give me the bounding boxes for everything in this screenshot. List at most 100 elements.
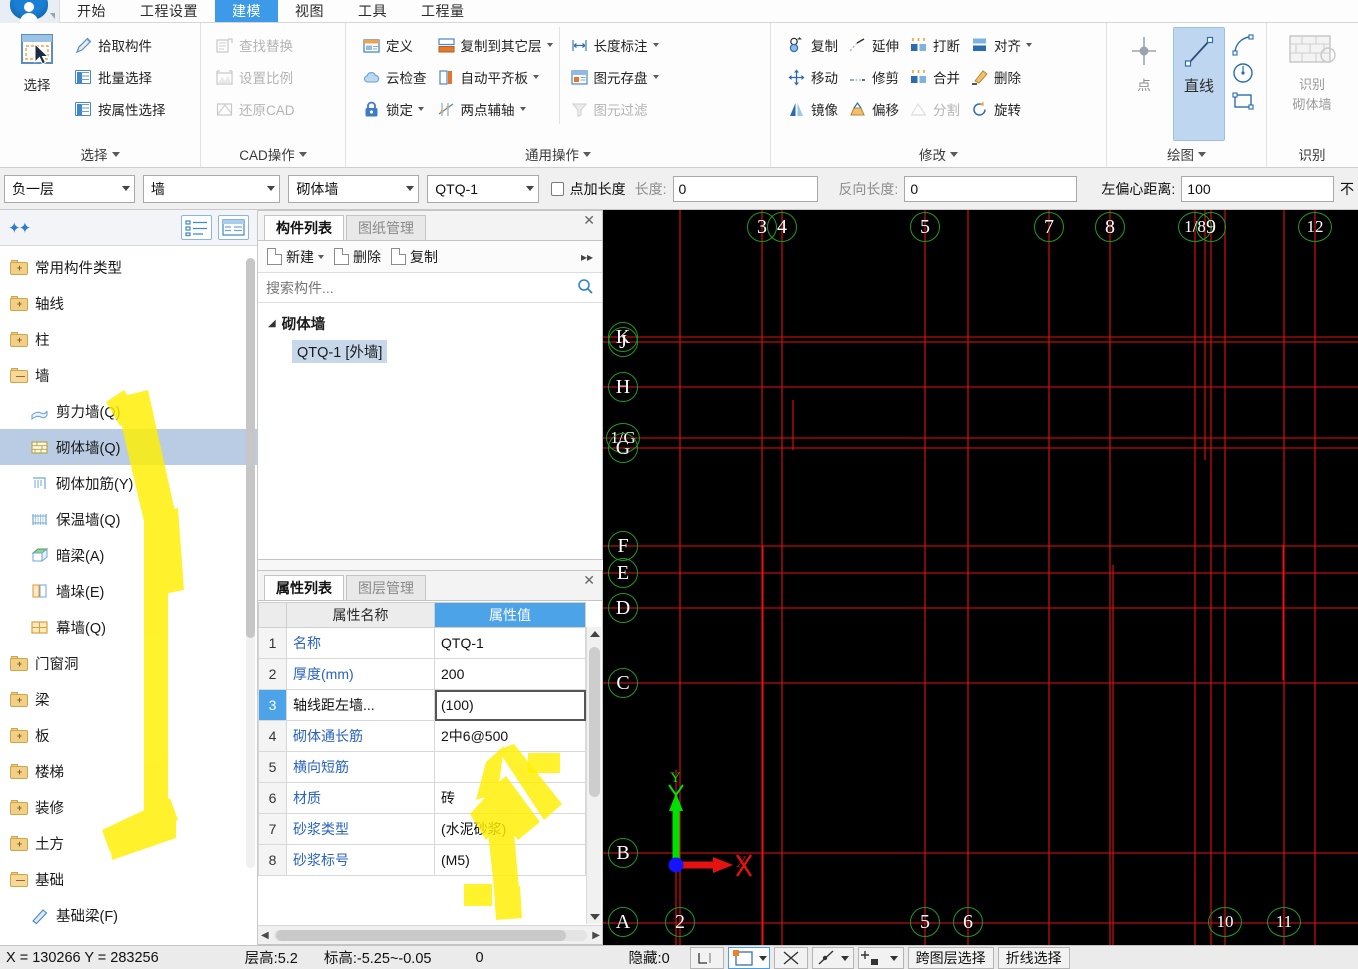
axis-bubble-left-6[interactable]: E: [608, 558, 638, 588]
offset-item[interactable]: 偏移: [844, 94, 903, 124]
recognize-group-title[interactable]: 识别: [1273, 141, 1351, 167]
modify-group-title[interactable]: 修改: [777, 141, 1100, 167]
copy-item[interactable]: 复制: [783, 30, 842, 60]
draw-group-title[interactable]: 绘图: [1113, 141, 1260, 167]
length-dimension-item[interactable]: 长度标注: [566, 30, 663, 60]
property-row-value[interactable]: [434, 751, 586, 783]
tree-node-3[interactable]: — 墙: [0, 357, 257, 393]
tree-node-18[interactable]: 基础梁(F): [0, 897, 257, 933]
tree-node-6[interactable]: 砌体加筋(Y): [0, 465, 257, 501]
circle-icon[interactable]: [1231, 61, 1255, 85]
hscroll-thumb[interactable]: [275, 929, 566, 941]
cad-group-title[interactable]: CAD操作: [207, 141, 339, 167]
property-row-value[interactable]: (100): [434, 689, 586, 721]
cross-layer-select-button[interactable]: 跨图层选择: [907, 946, 994, 969]
new-component-button[interactable]: 新建: [264, 247, 327, 267]
restore-cad-item[interactable]: 还原CAD: [211, 94, 299, 124]
tree-node-0[interactable]: + 常用构件类型: [0, 249, 257, 285]
ortho-icon[interactable]: [689, 946, 724, 969]
property-horizontal-scrollbar[interactable]: ◀ ▶: [258, 925, 602, 944]
tree-node-16[interactable]: + 土方: [0, 825, 257, 861]
search-icon[interactable]: [577, 278, 594, 298]
floor-select[interactable]: 负一层: [4, 174, 135, 203]
axis-bubble-bottom-5[interactable]: 11: [1267, 907, 1301, 937]
ribbon-tab-5[interactable]: 工程量: [404, 0, 482, 22]
axis-bubble-bottom-4[interactable]: 10: [1208, 907, 1242, 937]
arc-icon[interactable]: [1231, 33, 1255, 57]
tree-node-7[interactable]: 保温墙(Q): [0, 501, 257, 537]
batch-select-item[interactable]: 批量选择: [70, 62, 170, 92]
rotate-item[interactable]: 旋转: [966, 94, 1036, 124]
expand-triangle-icon[interactable]: ◢: [268, 318, 276, 329]
component-select[interactable]: QTQ-1: [427, 174, 540, 203]
copy-to-other-floor-item[interactable]: 复制到其它层: [433, 30, 557, 60]
axis-bubble-bottom-1[interactable]: 2: [665, 907, 695, 937]
property-row-value[interactable]: 2中6@500: [434, 720, 586, 752]
tree-scrollbar[interactable]: [246, 258, 255, 868]
axis-bubble-left-7[interactable]: D: [608, 593, 638, 623]
property-row[interactable]: 6 材质砖: [258, 782, 586, 814]
auto-align-slab-item[interactable]: 自动平齐板: [433, 62, 557, 92]
two-point-aux-axis-item[interactable]: 两点辅轴: [433, 94, 557, 124]
axis-bubble-top-4[interactable]: 8: [1095, 212, 1125, 242]
rect-select-icon[interactable]: [727, 946, 770, 969]
tree-node-2[interactable]: + 柱: [0, 321, 257, 357]
axis-bubble-bottom-0[interactable]: A: [608, 907, 638, 937]
property-row-value[interactable]: QTQ-1: [434, 627, 586, 659]
property-row-value[interactable]: (M5): [434, 844, 586, 876]
intersect-snap-icon[interactable]: [773, 946, 808, 969]
axis-bubble-top-7[interactable]: 12: [1298, 212, 1332, 242]
ribbon-tab-3[interactable]: 视图: [278, 0, 341, 22]
property-row[interactable]: 1 名称 QTQ-1: [258, 627, 586, 659]
property-row-value[interactable]: 200: [434, 658, 586, 690]
tree-node-10[interactable]: 幕墙(Q): [0, 609, 257, 645]
close-icon[interactable]: ✕: [583, 573, 595, 587]
scroll-down-icon[interactable]: [590, 914, 600, 920]
left-eccentric-input[interactable]: 100: [1181, 175, 1334, 202]
break-item[interactable]: 打断: [905, 30, 964, 60]
type-select[interactable]: 砌体墙: [288, 174, 420, 203]
property-row[interactable]: 4 砌体通长筋 2中6@500: [258, 720, 586, 752]
component-group-row[interactable]: ◢ 砌体墙: [258, 309, 602, 337]
extend-item[interactable]: 延伸: [844, 30, 903, 60]
property-row-value[interactable]: 砖: [434, 782, 586, 814]
scroll-left-icon[interactable]: ◀: [261, 930, 269, 941]
property-row[interactable]: 3 轴线距左墙... (100): [258, 689, 586, 721]
merge-item[interactable]: 合并: [905, 62, 964, 92]
trim-item[interactable]: 修剪: [844, 62, 903, 92]
select-by-property-item[interactable]: 按属性选择: [70, 94, 170, 124]
split-item[interactable]: 分割: [905, 94, 964, 124]
scroll-right-icon[interactable]: ▶: [592, 930, 600, 941]
property-row[interactable]: 7 砂浆类型 (水泥砂浆): [258, 813, 586, 845]
property-scroll-thumb[interactable]: [589, 647, 600, 797]
axis-bubble-top-3[interactable]: 7: [1034, 212, 1064, 242]
tab-drawing-management[interactable]: 图纸管理: [346, 215, 426, 240]
tab-layer-management[interactable]: 图层管理: [346, 575, 426, 600]
tree-node-8[interactable]: 暗梁(A): [0, 537, 257, 573]
property-row-value[interactable]: (水泥砂浆): [434, 813, 586, 845]
ribbon-tab-0[interactable]: 开始: [60, 0, 123, 22]
tree-node-11[interactable]: + 门窗洞: [0, 645, 257, 681]
tree-node-13[interactable]: + 板: [0, 717, 257, 753]
general-group-title[interactable]: 通用操作: [352, 141, 764, 167]
mirror-item[interactable]: 镜像: [783, 94, 842, 124]
component-item-row[interactable]: QTQ-1 [外墙]: [258, 337, 602, 365]
cloud-check-item[interactable]: 云检查: [358, 62, 431, 92]
polyline-select-button[interactable]: 折线选择: [997, 946, 1070, 969]
axis-bubble-left-8[interactable]: C: [608, 668, 638, 698]
axis-bubble-top-1[interactable]: 4: [767, 212, 797, 242]
hscroll-track[interactable]: [273, 929, 588, 941]
tab-property-list[interactable]: 属性列表: [264, 575, 344, 600]
point-tool-button[interactable]: 点: [1121, 27, 1167, 141]
app-logo[interactable]: [0, 0, 60, 23]
tree-node-1[interactable]: + 轴线: [0, 285, 257, 321]
nearest-snap-icon[interactable]: [811, 946, 854, 969]
tree-scrollbar-thumb[interactable]: [246, 258, 255, 638]
reverse-length-input[interactable]: 0: [904, 175, 1078, 202]
sparkle-icon[interactable]: ✦✦: [8, 219, 31, 237]
pick-component-item[interactable]: 拾取构件: [70, 30, 170, 60]
length-input[interactable]: 0: [672, 175, 819, 202]
tree-node-4[interactable]: 剪力墙(Q): [0, 393, 257, 429]
drawing-canvas[interactable]: 3 4 5 7 8 1/8 9 12 K J H 1/G G F E D C B A 2 5 6 10 11 Y X: [603, 210, 1358, 945]
scroll-up-icon[interactable]: [590, 631, 600, 637]
